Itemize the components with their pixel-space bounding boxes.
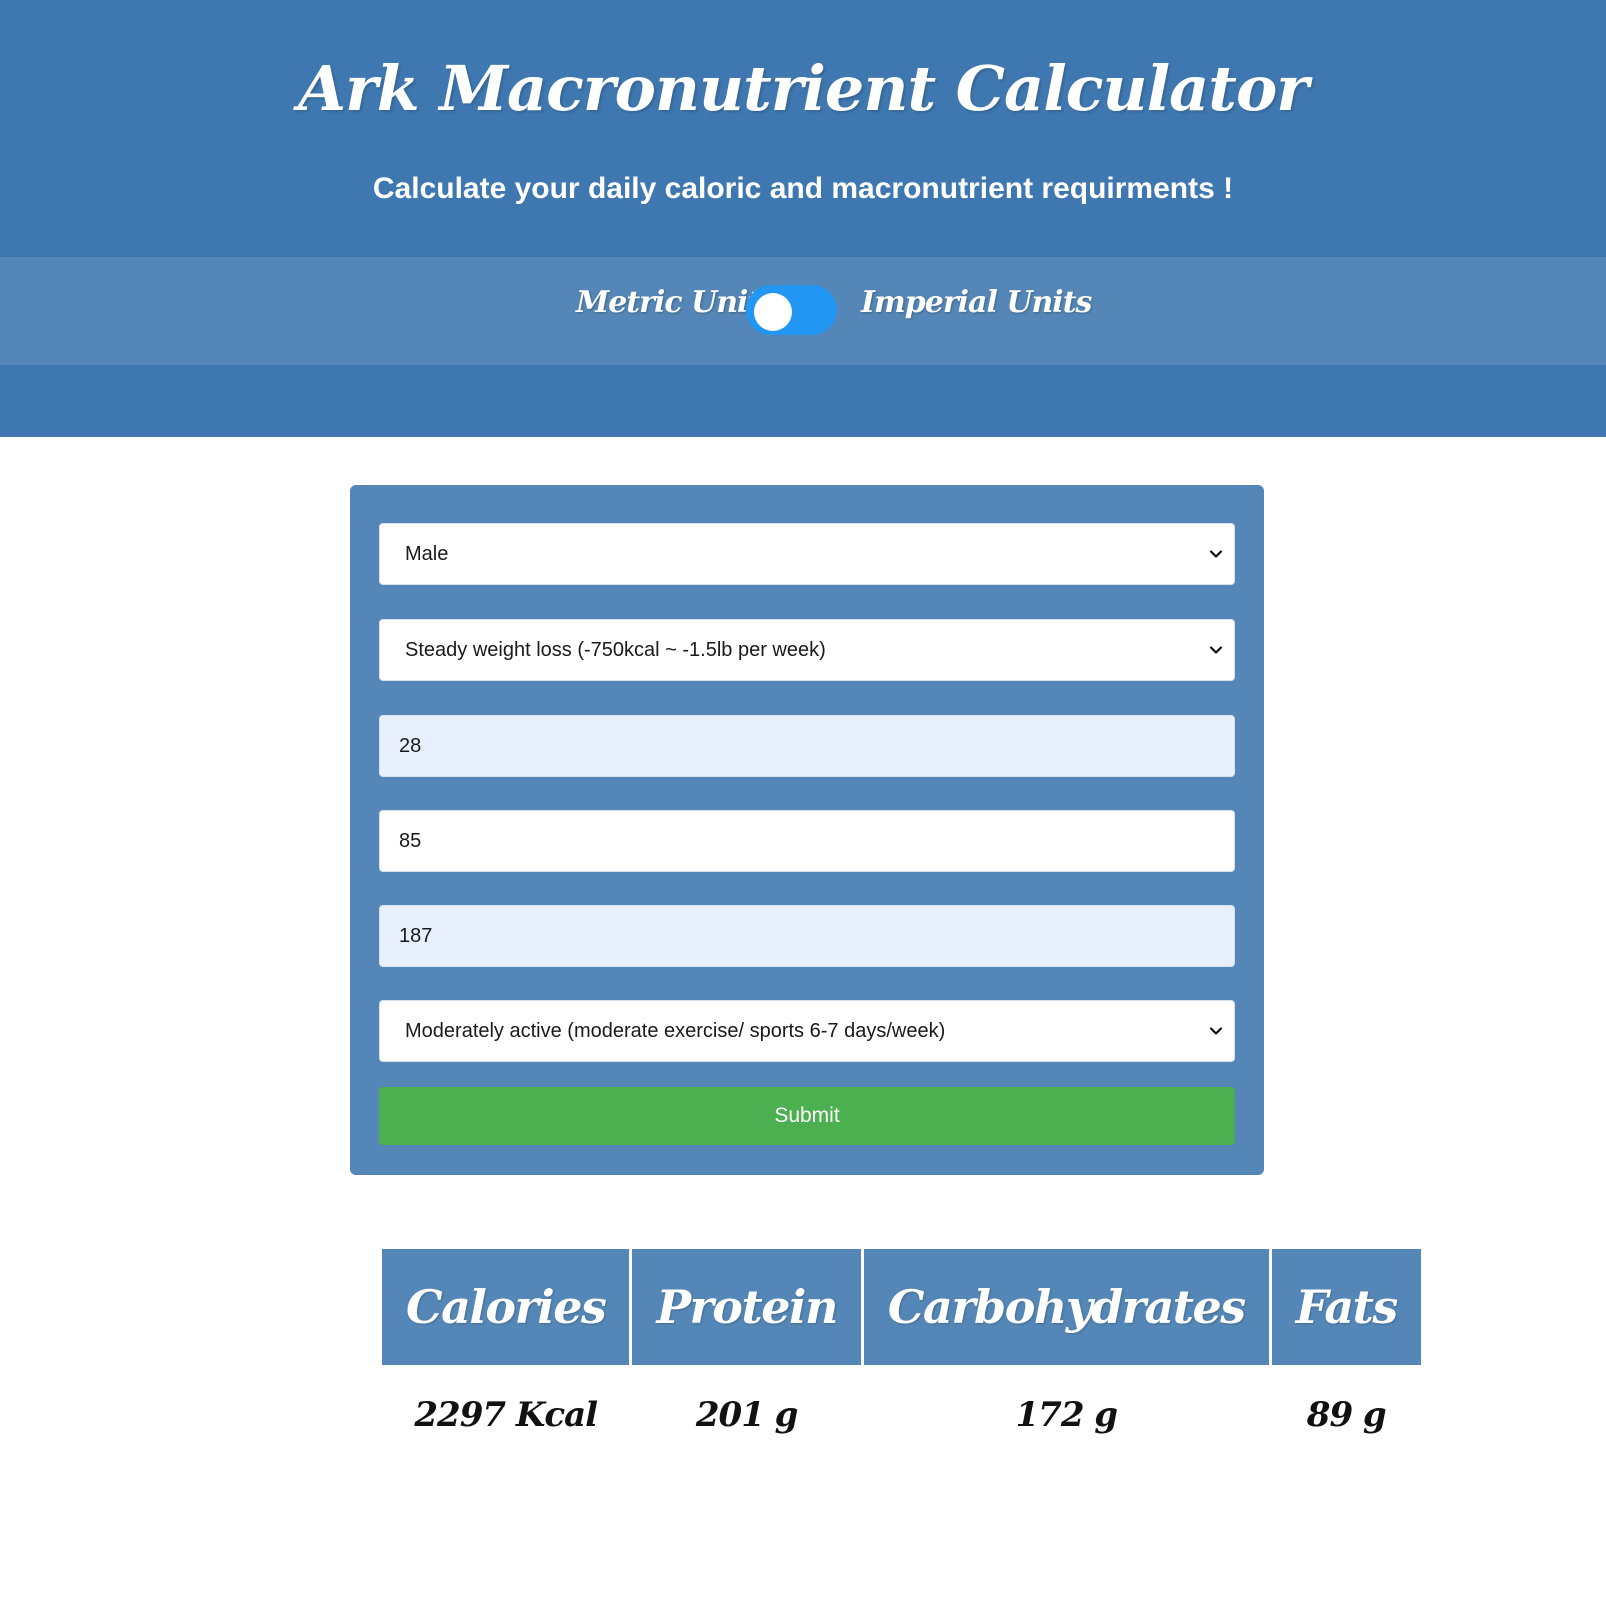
calories-value: 2297 Kcal (414, 1395, 598, 1435)
results-table: Calories Protein Carbohydrates Fats 2297… (379, 1249, 1424, 1465)
activity-select-value: Moderately active (moderate exercise/ sp… (405, 1019, 946, 1042)
results-value-row: 2297 Kcal 201 g 172 g 89 g (382, 1365, 1421, 1465)
chevron-down-icon (1209, 1027, 1223, 1035)
weight-input-value: 85 (399, 829, 422, 852)
age-input[interactable]: 28 (379, 715, 1235, 777)
protein-value: 201 g (695, 1395, 799, 1435)
fats-value: 89 g (1306, 1395, 1387, 1435)
goal-select-value: Steady weight loss (-750kcal ~ -1.5lb pe… (405, 638, 826, 661)
height-input[interactable]: 187 (379, 905, 1235, 967)
carbohydrates-header: Carbohydrates (863, 1249, 1269, 1365)
chevron-down-icon (1209, 550, 1223, 558)
age-input-value: 28 (399, 734, 422, 757)
page-title: Ark Macronutrient Calculator (298, 52, 1309, 125)
imperial-units-label: Imperial Units (861, 285, 1092, 320)
chevron-down-icon (1209, 646, 1223, 654)
header-banner: Ark Macronutrient Calculator Calculate y… (0, 0, 1606, 437)
units-toggle-switch[interactable] (746, 285, 837, 335)
results-header-row: Calories Protein Carbohydrates Fats (382, 1249, 1421, 1365)
weight-input[interactable]: 85 (379, 810, 1235, 872)
activity-select[interactable]: Moderately active (moderate exercise/ sp… (379, 1000, 1235, 1062)
page-subtitle: Calculate your daily caloric and macronu… (372, 172, 1234, 205)
calories-header: Calories (382, 1249, 630, 1365)
toggle-knob (754, 293, 792, 331)
gender-select-value: Male (405, 542, 449, 565)
submit-button[interactable]: Submit (379, 1087, 1235, 1145)
carbohydrates-value: 172 g (1015, 1395, 1119, 1435)
protein-header: Protein (632, 1249, 861, 1365)
fats-header: Fats (1271, 1249, 1421, 1365)
goal-select[interactable]: Steady weight loss (-750kcal ~ -1.5lb pe… (379, 619, 1235, 681)
gender-select[interactable]: Male (379, 523, 1235, 585)
height-input-value: 187 (399, 924, 433, 947)
